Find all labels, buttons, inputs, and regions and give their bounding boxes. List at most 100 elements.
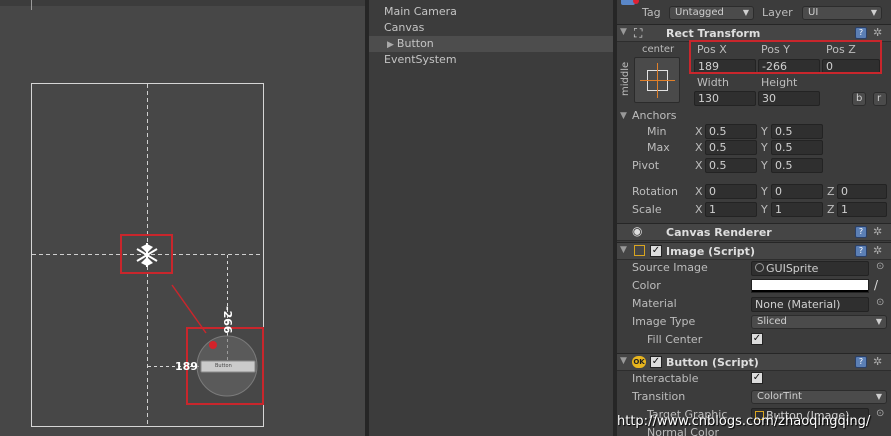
object-picker-icon[interactable]: ⊙ bbox=[876, 297, 884, 308]
hierarchy-item-canvas[interactable]: Canvas bbox=[369, 20, 613, 36]
axis-x-label: X bbox=[695, 185, 703, 198]
scene-view[interactable]: Button 189 -266 bbox=[0, 0, 365, 436]
anchor-preset-horizontal: center bbox=[642, 44, 675, 55]
pivot-point bbox=[209, 341, 217, 349]
axis-y-label: Y bbox=[761, 125, 768, 138]
anchor-max-label: Max bbox=[647, 141, 670, 154]
scale-x-field[interactable]: 1 bbox=[705, 202, 757, 217]
source-image-field[interactable]: GUISprite bbox=[751, 261, 869, 276]
material-label: Material bbox=[632, 297, 677, 310]
button-enabled-checkbox[interactable]: ✓ bbox=[650, 356, 662, 368]
anchor-min-x-field[interactable]: 0.5 bbox=[705, 124, 757, 139]
blueprint-mode-button[interactable]: b bbox=[852, 92, 866, 106]
hierarchy-item-label: EventSystem bbox=[384, 53, 457, 66]
scene-button-label: Button bbox=[215, 363, 232, 369]
gear-icon[interactable]: ✲ bbox=[873, 244, 882, 257]
rotation-label: Rotation bbox=[632, 185, 679, 198]
scene-pos-x-label: 189 bbox=[175, 360, 198, 373]
pivot-label: Pivot bbox=[632, 159, 660, 172]
image-type-value: Sliced bbox=[757, 316, 787, 327]
collapse-arrow-icon[interactable]: ▼ bbox=[620, 245, 627, 255]
image-type-label: Image Type bbox=[632, 315, 696, 328]
hierarchy-item-label: Button bbox=[396, 37, 434, 50]
position-highlight bbox=[689, 40, 882, 74]
help-icon[interactable]: ? bbox=[855, 245, 867, 257]
anchor-max-x-field[interactable]: 0.5 bbox=[705, 140, 757, 155]
color-alpha-bar bbox=[752, 290, 868, 292]
hierarchy-item-label: Main Camera bbox=[384, 5, 457, 18]
anchor-preset-vertical: middle bbox=[620, 61, 631, 96]
height-label: Height bbox=[761, 76, 798, 89]
ok-icon: OK bbox=[632, 356, 646, 368]
rotation-x-field[interactable]: 0 bbox=[705, 184, 757, 199]
help-icon[interactable]: ? bbox=[855, 226, 867, 238]
axis-x-label: X bbox=[695, 141, 703, 154]
dropdown-arrow-icon: ▼ bbox=[875, 317, 882, 326]
transition-dropdown[interactable]: ColorTint ▼ bbox=[751, 390, 887, 404]
rotation-y-field[interactable]: 0 bbox=[771, 184, 823, 199]
tag-value: Untagged bbox=[675, 7, 724, 18]
axis-z-label: Z bbox=[827, 185, 835, 198]
image-script-title: Image (Script) bbox=[666, 245, 755, 258]
dropdown-arrow-icon: ▼ bbox=[875, 392, 882, 401]
tag-dropdown[interactable]: Untagged ▼ bbox=[669, 6, 754, 20]
dropdown-arrow-icon: ▼ bbox=[742, 8, 749, 17]
image-enabled-checkbox[interactable]: ✓ bbox=[650, 245, 662, 257]
rotation-z-field[interactable]: 0 bbox=[837, 184, 887, 199]
scale-y-field[interactable]: 1 bbox=[771, 202, 823, 217]
scale-label: Scale bbox=[632, 203, 662, 216]
gear-icon[interactable]: ✲ bbox=[873, 225, 882, 238]
expand-arrow-icon[interactable]: ▶ bbox=[387, 40, 394, 50]
raw-edit-button[interactable]: r bbox=[873, 92, 887, 106]
image-script-header[interactable]: ▼ ✓ Image (Script) ? ✲ bbox=[617, 242, 891, 260]
gear-icon[interactable]: ✲ bbox=[873, 26, 882, 39]
anchors-expand-icon[interactable]: ▼ bbox=[620, 111, 627, 121]
material-field[interactable]: None (Material) bbox=[751, 297, 869, 312]
tag-label: Tag bbox=[642, 6, 661, 19]
canvas-renderer-header[interactable]: ◉ Canvas Renderer ? ✲ bbox=[617, 223, 891, 241]
scene-pos-y-label: -266 bbox=[221, 306, 234, 334]
color-label: Color bbox=[632, 279, 661, 292]
sprite-icon bbox=[755, 263, 764, 272]
gear-icon[interactable]: ✲ bbox=[873, 355, 882, 368]
pivot-y-field[interactable]: 0.5 bbox=[771, 158, 823, 173]
object-picker-icon[interactable]: ⊙ bbox=[876, 408, 884, 419]
axis-y-label: Y bbox=[761, 185, 768, 198]
help-icon[interactable]: ? bbox=[855, 356, 867, 368]
transition-label: Transition bbox=[632, 390, 686, 403]
anchor-min-label: Min bbox=[647, 125, 667, 138]
width-label: Width bbox=[697, 76, 729, 89]
axis-y-label: Y bbox=[761, 141, 768, 154]
anchor-preset-button[interactable] bbox=[634, 57, 680, 103]
collapse-arrow-icon[interactable]: ▼ bbox=[620, 356, 627, 366]
height-field[interactable]: 30 bbox=[758, 91, 820, 106]
width-field[interactable]: 130 bbox=[694, 91, 756, 106]
eyedropper-icon[interactable]: / bbox=[874, 278, 878, 292]
canvas-renderer-title: Canvas Renderer bbox=[666, 226, 772, 239]
anchor-preset-vline bbox=[657, 63, 658, 98]
hierarchy-item-eventsystem[interactable]: EventSystem bbox=[369, 52, 613, 68]
hierarchy-item-button[interactable]: ▶ Button bbox=[369, 36, 613, 52]
axis-y-label: Y bbox=[761, 203, 768, 216]
pivot-x-field[interactable]: 0.5 bbox=[705, 158, 757, 173]
gameobject-icon-dot bbox=[633, 0, 639, 4]
layer-dropdown[interactable]: UI ▼ bbox=[802, 6, 882, 20]
button-script-header[interactable]: ▼ OK ✓ Button (Script) ? ✲ bbox=[617, 353, 891, 371]
image-type-dropdown[interactable]: Sliced ▼ bbox=[751, 315, 887, 329]
scale-z-field[interactable]: 1 bbox=[837, 202, 887, 217]
axis-x-label: X bbox=[695, 203, 703, 216]
hierarchy-panel: Main Camera Canvas ▶ Button EventSystem bbox=[369, 0, 613, 436]
inspector-panel: Tag Untagged ▼ Layer UI ▼ ▼ ⛶ Rect Transfo… bbox=[617, 0, 891, 436]
interactable-checkbox[interactable]: ✓ bbox=[751, 372, 763, 384]
anchor-max-y-field[interactable]: 0.5 bbox=[771, 140, 823, 155]
hierarchy-item-main-camera[interactable]: Main Camera bbox=[369, 4, 613, 20]
anchor-to-pivot-line bbox=[171, 284, 207, 334]
object-picker-icon[interactable]: ⊙ bbox=[876, 261, 884, 272]
collapse-arrow-icon[interactable]: ▼ bbox=[620, 27, 627, 37]
help-icon[interactable]: ? bbox=[855, 27, 867, 39]
button-script-title: Button (Script) bbox=[666, 356, 759, 369]
color-swatch[interactable] bbox=[751, 279, 869, 293]
axis-z-label: Z bbox=[827, 203, 835, 216]
anchor-min-y-field[interactable]: 0.5 bbox=[771, 124, 823, 139]
fill-center-checkbox[interactable]: ✓ bbox=[751, 333, 763, 345]
